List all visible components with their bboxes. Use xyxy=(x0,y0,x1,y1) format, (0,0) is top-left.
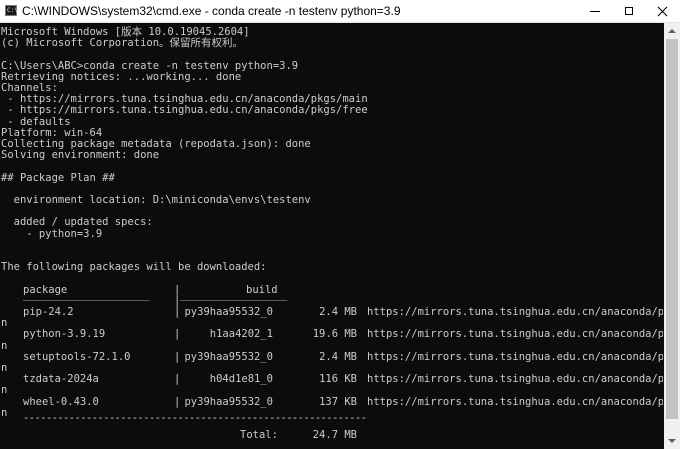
package-build: py39haa95532_0 xyxy=(184,350,273,363)
package-url: https://mirrors.tuna.tsinghua.edu.cn/ana… xyxy=(367,395,663,408)
package-url: https://mirrors.tuna.tsinghua.edu.cn/ana… xyxy=(367,373,663,386)
scrollbar-track[interactable] xyxy=(664,39,680,433)
package-name: setuptools-72.1.0 xyxy=(23,350,131,363)
close-button[interactable] xyxy=(646,0,680,22)
console-line: - python=3.9 xyxy=(1,227,103,240)
package-name: wheel-0.43.0 xyxy=(23,395,99,408)
package-size: 2.4 MB xyxy=(319,306,357,318)
console-line: - https://mirrors.tuna.tsinghua.edu.cn/a… xyxy=(1,104,368,117)
package-size: 116 KB xyxy=(319,373,357,386)
table-divider: | xyxy=(174,395,181,408)
package-build: h1aa4202_1 xyxy=(209,328,273,341)
scroll-down-arrow-icon xyxy=(668,439,676,443)
maximize-icon xyxy=(625,7,633,15)
scrollbar-thumb[interactable] xyxy=(666,39,678,419)
package-size: 19.6 MB xyxy=(312,328,357,341)
wrapped-line: n xyxy=(1,384,8,397)
scroll-up-button[interactable] xyxy=(664,23,680,39)
package-url: https://mirrors.tuna.tsinghua.edu.cn/ana… xyxy=(367,350,663,363)
console-line: (c) Microsoft Corporation。保留所有权利。 xyxy=(1,37,244,50)
wrapped-line: n xyxy=(1,406,8,419)
package-build: py39haa95532_0 xyxy=(184,306,273,318)
title-bar[interactable]: C:\ C:\WINDOWS\system32\cmd.exe - conda … xyxy=(0,0,680,23)
table-divider: | xyxy=(174,373,181,386)
table-divider: | xyxy=(174,328,181,341)
package-build: py39haa95532_0 xyxy=(184,395,273,408)
package-name: pip-24.2 xyxy=(23,306,74,318)
minimize-icon xyxy=(590,10,600,12)
scroll-up-arrow-icon xyxy=(668,29,676,33)
total-separator: ----------------------------------------… xyxy=(23,412,367,424)
total-label: Total: xyxy=(240,429,278,442)
cmd-window: C:\ C:\WINDOWS\system32\cmd.exe - conda … xyxy=(0,0,680,449)
cmd-icon: C:\ xyxy=(5,5,18,16)
console-line: The following packages will be downloade… xyxy=(1,261,267,274)
package-name: tzdata-2024a xyxy=(23,373,99,386)
console-line: environment location: D:\miniconda\envs\… xyxy=(1,194,311,206)
total-value: 24.7 MB xyxy=(312,429,357,442)
table-divider: | xyxy=(174,350,181,363)
wrapped-line: n xyxy=(1,317,8,330)
wrapped-line: n xyxy=(1,339,8,352)
package-size: 137 KB xyxy=(319,395,357,408)
minimize-button[interactable] xyxy=(578,0,612,22)
package-url: https://mirrors.tuna.tsinghua.edu.cn/ana… xyxy=(367,328,663,341)
window-title: C:\WINDOWS\system32\cmd.exe - conda crea… xyxy=(22,4,401,18)
table-divider: | xyxy=(174,306,181,318)
table-separator-package: ____________________ xyxy=(23,288,150,301)
package-build: h04d1e81_0 xyxy=(209,373,273,386)
package-size: 2.4 MB xyxy=(319,350,357,363)
table-separator-build: _________________ xyxy=(180,288,288,301)
package-name: python-3.9.19 xyxy=(23,328,106,341)
maximize-button[interactable] xyxy=(612,0,646,22)
package-url: https://mirrors.tuna.tsinghua.edu.cn/ana… xyxy=(367,306,663,318)
console-line: ## Package Plan ## xyxy=(1,171,115,184)
close-icon xyxy=(658,6,668,16)
console-line: added / updated specs: xyxy=(1,216,153,229)
wrapped-line: n xyxy=(1,362,8,374)
console-output[interactable]: Microsoft Windows [版本 10.0.19045.2604] (c… xyxy=(0,23,663,449)
console-line: Solving environment: done xyxy=(1,149,160,162)
scroll-down-button[interactable] xyxy=(664,433,680,449)
vertical-scrollbar[interactable] xyxy=(664,23,680,449)
